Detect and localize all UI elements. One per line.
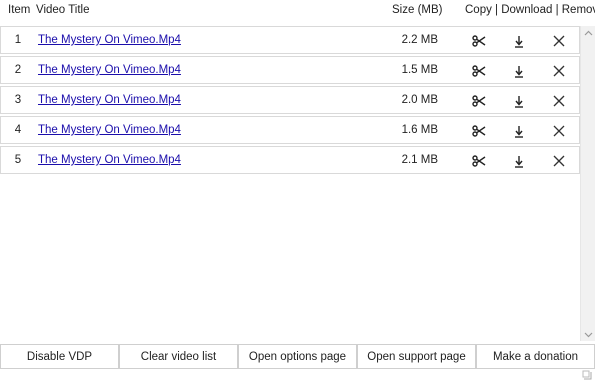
scissors-icon[interactable] bbox=[469, 121, 489, 141]
video-title-link[interactable]: The Mystery On Vimeo.Mp4 bbox=[38, 124, 181, 136]
clear-video-list-button[interactable]: Clear video list bbox=[119, 344, 238, 369]
table-row: 5 The Mystery On Vimeo.Mp4 2.1 MB bbox=[0, 146, 580, 174]
close-icon[interactable] bbox=[549, 61, 569, 81]
scissors-icon[interactable] bbox=[469, 31, 489, 51]
header-video-title: Video Title bbox=[36, 4, 90, 16]
table-row: 3 The Mystery On Vimeo.Mp4 2.0 MB bbox=[0, 86, 580, 114]
item-number: 1 bbox=[14, 34, 22, 46]
close-icon[interactable] bbox=[549, 151, 569, 171]
download-icon[interactable] bbox=[509, 61, 529, 81]
video-title-link[interactable]: The Mystery On Vimeo.Mp4 bbox=[38, 64, 181, 76]
close-icon[interactable] bbox=[549, 121, 569, 141]
video-title-link[interactable]: The Mystery On Vimeo.Mp4 bbox=[38, 34, 181, 46]
header-size: Size (MB) bbox=[392, 4, 443, 16]
table-row: 1 The Mystery On Vimeo.Mp4 2.2 MB bbox=[0, 26, 580, 54]
chevron-down-icon[interactable] bbox=[583, 329, 594, 340]
close-icon[interactable] bbox=[549, 31, 569, 51]
disable-vdp-button[interactable]: Disable VDP bbox=[0, 344, 119, 369]
item-number: 5 bbox=[14, 154, 22, 166]
open-support-page-button[interactable]: Open support page bbox=[357, 344, 476, 369]
video-list: 1 The Mystery On Vimeo.Mp4 2.2 MB 2 The … bbox=[0, 26, 580, 176]
download-icon[interactable] bbox=[509, 121, 529, 141]
table-row: 4 The Mystery On Vimeo.Mp4 1.6 MB bbox=[0, 116, 580, 144]
video-size: 1.6 MB bbox=[401, 124, 438, 136]
download-icon[interactable] bbox=[509, 91, 529, 111]
scissors-icon[interactable] bbox=[469, 61, 489, 81]
item-number: 4 bbox=[14, 124, 22, 136]
chevron-up-icon[interactable] bbox=[583, 27, 594, 38]
download-icon[interactable] bbox=[509, 31, 529, 51]
video-title-link[interactable]: The Mystery On Vimeo.Mp4 bbox=[38, 154, 181, 166]
download-icon[interactable] bbox=[509, 151, 529, 171]
item-number: 3 bbox=[14, 94, 22, 106]
video-size: 1.5 MB bbox=[401, 64, 438, 76]
video-size: 2.2 MB bbox=[401, 34, 438, 46]
close-icon[interactable] bbox=[549, 91, 569, 111]
video-title-link[interactable]: The Mystery On Vimeo.Mp4 bbox=[38, 94, 181, 106]
resize-grip-icon[interactable] bbox=[582, 370, 592, 380]
footer-toolbar: Disable VDP Clear video list Open option… bbox=[0, 344, 595, 369]
video-size: 2.1 MB bbox=[401, 154, 438, 166]
open-options-page-button[interactable]: Open options page bbox=[238, 344, 357, 369]
table-header: Item Video Title Size (MB) Copy | Downlo… bbox=[0, 0, 595, 22]
vertical-scrollbar[interactable] bbox=[580, 26, 595, 341]
scissors-icon[interactable] bbox=[469, 151, 489, 171]
item-number: 2 bbox=[14, 64, 22, 76]
scissors-icon[interactable] bbox=[469, 91, 489, 111]
video-size: 2.0 MB bbox=[401, 94, 438, 106]
make-donation-button[interactable]: Make a donation bbox=[476, 344, 595, 369]
header-item: Item bbox=[8, 4, 31, 16]
header-actions: Copy | Download | Remove bbox=[465, 4, 595, 16]
table-row: 2 The Mystery On Vimeo.Mp4 1.5 MB bbox=[0, 56, 580, 84]
